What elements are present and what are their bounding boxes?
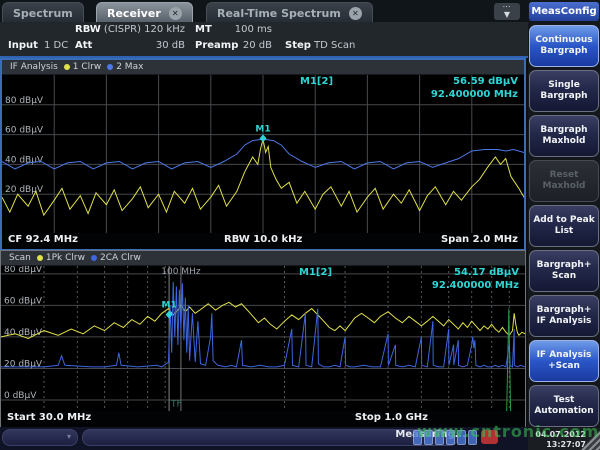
svg-text:0 dBµV: 0 dBµV (4, 391, 37, 401)
marker-name: M1[2] (299, 267, 332, 278)
marker-level: 54.17 dBµV (432, 266, 519, 279)
softkey-sidebar: MeasConfig Continuous Bargraph Single Ba… (528, 0, 600, 450)
trace1-color-dot (37, 255, 43, 261)
tab-overflow-icon[interactable]: ⋯▼ (494, 3, 520, 20)
scan-chart-area[interactable]: 80 dBµV60 dBµV40 dBµV20 dBµV0 dBµV100 MH… (1, 266, 525, 411)
scan-panel: Scan 1Pk Clrw 2CA Clrw 80 dBµV60 dBµV40 … (0, 250, 526, 427)
tab-receiver[interactable]: Receiver (96, 2, 193, 23)
trace-1Pk Clrw (1, 302, 525, 338)
softkey-menu-title: MeasConfig (529, 2, 599, 21)
att-value: 30 dB (130, 40, 185, 51)
input-label: Input (8, 40, 38, 51)
marker-frequency: 92.400000 MHz (431, 88, 518, 101)
measuring-status: Measuring... (395, 429, 466, 440)
svg-text:80 dBµV: 80 dBµV (5, 96, 44, 106)
emi-receiver-screen: Spectrum Receiver Real-Time Spectrum ⋯▼ … (0, 0, 600, 450)
if-chart-area[interactable]: 80 dBµV 60 dBµV 40 dBµV 20 dBµV M1 M1[2] 56.… (2, 75, 524, 233)
svg-text:40 dBµV: 40 dBµV (5, 155, 44, 165)
trace2-legend: 2 Max (107, 62, 143, 72)
svg-text:20 dBµV: 20 dBµV (4, 359, 43, 369)
status-segment-left[interactable]: ▾ (2, 429, 78, 446)
svg-text:100 MHz: 100 MHz (161, 267, 201, 277)
svg-text:60 dBµV: 60 dBµV (5, 126, 44, 136)
mt-value: 100 ms (215, 24, 272, 35)
softkey-if-analysis-scan[interactable]: IF Analysis +Scan (529, 340, 599, 382)
softkey-bargraph-scan[interactable]: Bargraph+ Scan (529, 250, 599, 292)
trace2-color-dot (91, 255, 97, 261)
rbw-value: (CISPR) 120 kHz (100, 24, 185, 35)
trace1-label: 1Pk Clrw (46, 253, 85, 263)
scan-panel-header: Scan 1Pk Clrw 2CA Clrw (1, 251, 525, 266)
chevron-down-icon: ▼ (504, 10, 510, 19)
trace2-legend: 2CA Clrw (91, 253, 141, 263)
softkey-bargraph-maxhold[interactable]: Bargraph Maxhold (529, 115, 599, 157)
svg-text:TF: TF (170, 399, 182, 409)
span-readout: Span 2.0 MHz (441, 234, 518, 245)
center-frequency: CF 92.4 MHz (8, 234, 78, 245)
panel-title: Scan (9, 253, 31, 263)
trace-TF (507, 309, 511, 411)
trace1-legend: 1Pk Clrw (37, 253, 85, 263)
softkey-bargraph-if-analysis[interactable]: Bargraph+ IF Analysis (529, 295, 599, 337)
input-value: 1 DC (44, 40, 68, 51)
preamp-value: 20 dB (215, 40, 272, 51)
svg-text:M1: M1 (161, 301, 176, 311)
marker-readout: 54.17 dBµV 92.400000 MHz (432, 266, 519, 292)
datetime-display: 04.07.2012 13:27:07 (528, 428, 600, 450)
att-label: Att (75, 40, 92, 51)
softkey-reset-maxhold: Reset Maxhold (529, 160, 599, 202)
step-value: TD Scan (314, 40, 355, 51)
trace1-label: 1 Clrw (73, 62, 101, 72)
marker-diamond (260, 134, 267, 142)
softkey-test-automation[interactable]: Test Automation (529, 385, 599, 427)
marker-readout: 56.59 dBµV 92.400000 MHz (431, 75, 518, 101)
status-bar: ▾ Measuring... (0, 427, 528, 450)
tab-label: Spectrum (13, 7, 73, 20)
trace1-color-dot (64, 64, 70, 70)
settings-bar: RBW (CISPR) 120 kHz MT 100 ms Input 1 DC… (0, 22, 528, 56)
softkey-continuous-bargraph[interactable]: Continuous Bargraph (529, 25, 599, 67)
if-panel-footer: CF 92.4 MHz RBW 10.0 kHz Span 2.0 MHz (2, 233, 524, 249)
marker-frequency: 92.400000 MHz (432, 279, 519, 292)
rbw-readout: RBW 10.0 kHz (224, 234, 302, 245)
trace-2CA Clrw (1, 282, 525, 367)
svg-text:60 dBµV: 60 dBµV (4, 296, 43, 306)
trace2-label: 2 Max (116, 62, 143, 72)
tab-label: Real-Time Spectrum (217, 7, 341, 20)
marker-name: M1[2] (300, 76, 333, 87)
if-analysis-panel: IF Analysis 1 Clrw 2 Max 80 dBµV 60 dBµV 4… (0, 58, 526, 250)
softkey-add-to-peak-list[interactable]: Add to Peak List (529, 205, 599, 247)
start-frequency: Start 30.0 MHz (7, 412, 91, 423)
trace1-legend: 1 Clrw (64, 62, 101, 72)
tab-bar: Spectrum Receiver Real-Time Spectrum ⋯▼ (0, 0, 528, 22)
time: 13:27:07 (528, 440, 586, 450)
close-icon[interactable] (169, 7, 182, 20)
trace2-color-dot (107, 64, 113, 70)
scan-panel-footer: Start 30.0 MHz Stop 1.0 GHz (1, 411, 525, 427)
tab-spectrum[interactable]: Spectrum (2, 2, 84, 23)
close-icon[interactable] (349, 7, 362, 20)
marker-diamond (166, 311, 173, 319)
rbw-label: RBW (75, 24, 101, 35)
trace2-label: 2CA Clrw (100, 253, 141, 263)
stop-frequency: Stop 1.0 GHz (355, 412, 428, 423)
step-label: Step (285, 40, 311, 51)
svg-text:20 dBµV: 20 dBµV (5, 185, 44, 195)
chevron-down-icon: ▾ (67, 432, 71, 441)
marker-level: 56.59 dBµV (431, 75, 518, 88)
softkey-single-bargraph[interactable]: Single Bargraph (529, 70, 599, 112)
svg-text:M1: M1 (255, 124, 270, 134)
date: 04.07.2012 (528, 430, 586, 440)
tab-realtime-spectrum[interactable]: Real-Time Spectrum (206, 2, 373, 23)
if-panel-header: IF Analysis 1 Clrw 2 Max (2, 60, 524, 75)
svg-text:80 dBµV: 80 dBµV (4, 266, 43, 275)
tab-label: Receiver (107, 7, 161, 20)
panel-title: IF Analysis (10, 62, 58, 72)
mt-label: MT (195, 24, 212, 35)
